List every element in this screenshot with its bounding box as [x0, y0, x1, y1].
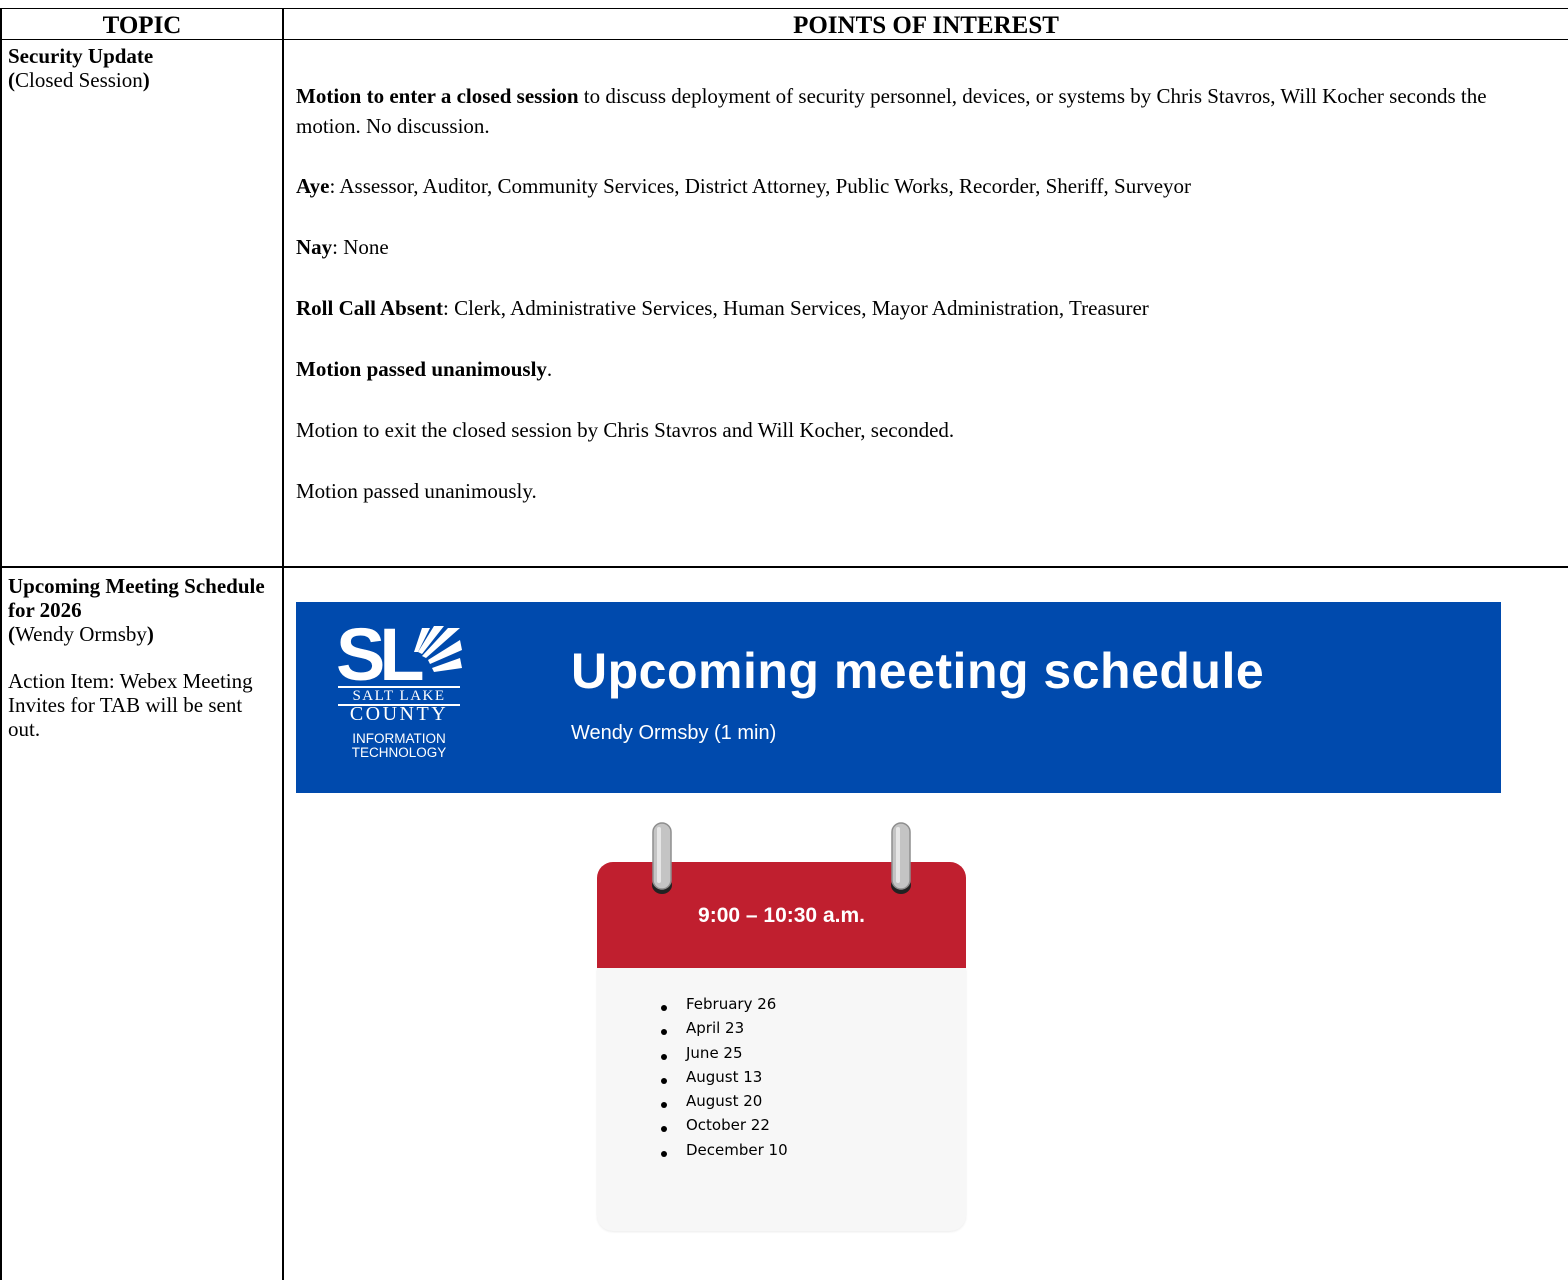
list-item: December 10 [657, 1138, 788, 1162]
sl-logo-mark: SL [336, 622, 462, 684]
topic-security-update: Security Update (Closed Session) [8, 44, 276, 92]
motion-exit-text: Motion to exit the closed session by Chr… [296, 418, 955, 442]
logo-information-technology: INFORMATION TECHNOLOGY [351, 731, 447, 760]
list-item: October 22 [657, 1113, 788, 1137]
topic-title: Security Update [8, 44, 154, 68]
meeting-time: 9:00 – 10:30 a.m. [698, 904, 865, 927]
salt-lake-county-logo: SL SALT LAKE COUNTY INFORMATION TECHNOLO… [334, 622, 466, 782]
list-item: April 23 [657, 1016, 788, 1040]
table-column-divider [282, 8, 284, 1280]
list-item: August 20 [657, 1089, 788, 1113]
calendar-ring-icon [652, 822, 672, 894]
slide-subtitle: Wendy Ormsby (1 min) [571, 722, 777, 744]
calendar-graphic: 9:00 – 10:30 a.m. February 26 April 23 J… [597, 822, 966, 1231]
calendar-ring-icon [891, 822, 911, 894]
motion-passed-text: Motion passed unanimously. [296, 357, 553, 381]
table-left-border [0, 8, 2, 1280]
slide-title: Upcoming meeting schedule [571, 643, 1265, 699]
header-points-of-interest: POINTS OF INTEREST [793, 12, 1059, 39]
svg-text:SL: SL [336, 622, 422, 684]
roll-call-absent-text: Roll Call Absent: Clerk, Administrative … [296, 296, 1149, 320]
list-item: February 26 [657, 992, 788, 1016]
aye-vote-text: Aye: Assessor, Auditor, Community Servic… [296, 174, 1192, 198]
action-item-text: Action Item: Webex Meeting Invites for T… [8, 669, 253, 741]
logo-county: COUNTY [349, 703, 449, 725]
slide-banner: SL SALT LAKE COUNTY INFORMATION TECHNOLO… [296, 602, 1501, 793]
list-item: June 25 [657, 1041, 788, 1065]
table-row-divider [0, 566, 1568, 568]
topic-subtitle: (Wendy Ormsby) [8, 622, 154, 646]
list-item: August 13 [657, 1065, 788, 1089]
topic-title: Upcoming Meeting Schedule for 2026 [8, 574, 265, 622]
motion-enter-text: Motion to enter a closed session to disc… [296, 84, 1487, 138]
motion-passed-2-text: Motion passed unanimously. [296, 479, 537, 503]
meeting-dates-list: February 26 April 23 June 25 August 13 A… [657, 992, 788, 1162]
header-topic: TOPIC [102, 12, 182, 39]
nay-vote-text: Nay: None [296, 235, 389, 259]
table-top-border [0, 8, 1568, 9]
topic-upcoming-meeting: Upcoming Meeting Schedule for 2026 (Wend… [8, 574, 276, 741]
topic-subtitle: (Closed Session) [8, 68, 150, 92]
